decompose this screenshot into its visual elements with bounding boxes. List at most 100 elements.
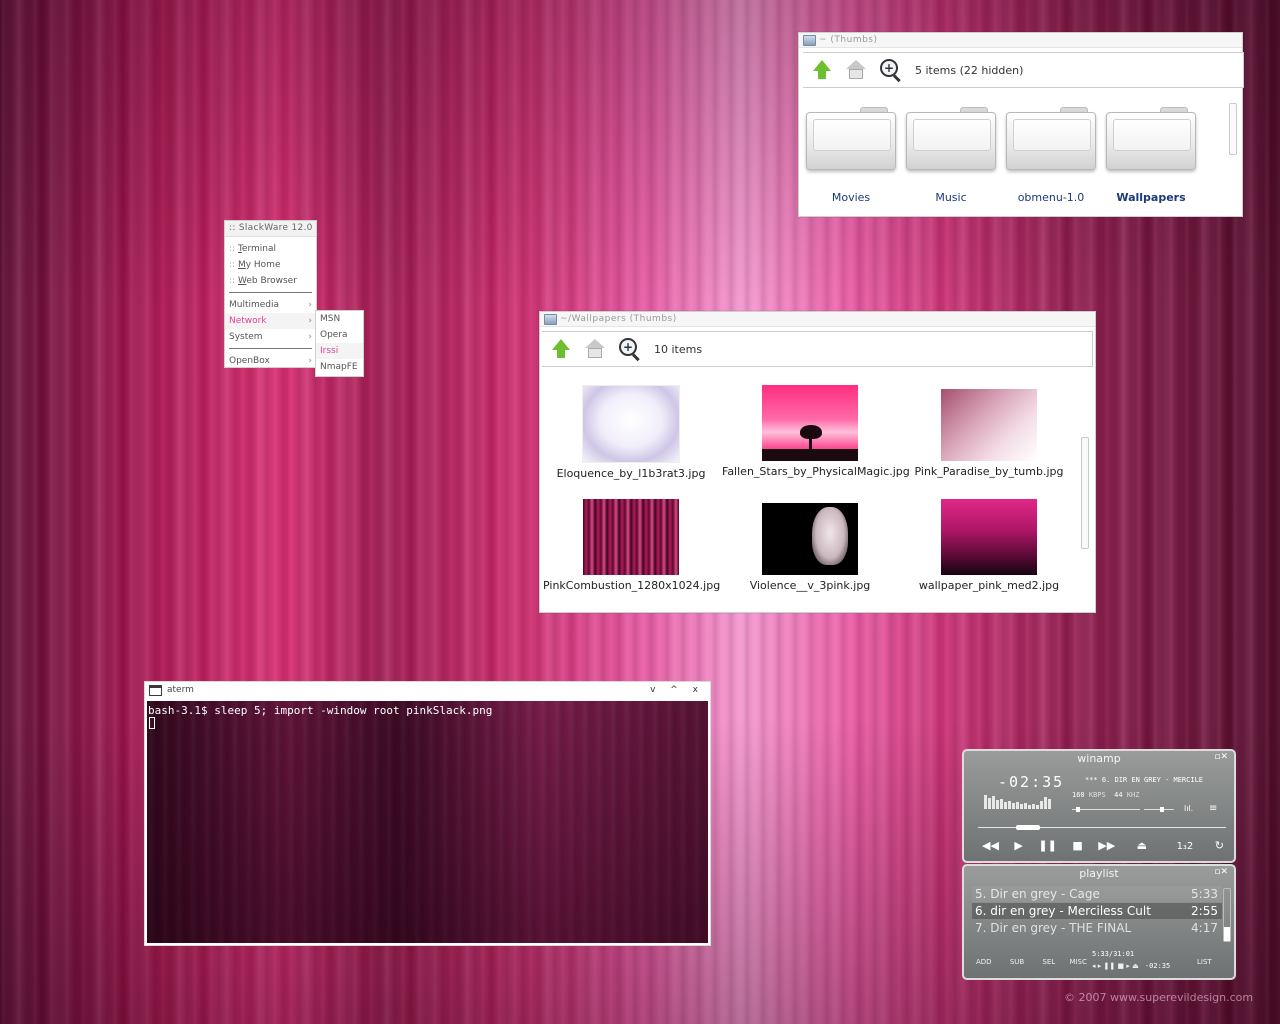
wallpapers-window-titlebar[interactable]: ~/Wallpapers (Thumbs) <box>540 312 1095 327</box>
home-file-manager-window: ~ (Thumbs) 5 items (22 hidden) Movies Mu… <box>798 32 1244 217</box>
wallpapers-scrollbar[interactable] <box>1081 437 1089 549</box>
menu-item-web-browser[interactable]: :: Web Browser <box>225 273 316 289</box>
mini-pause-icon[interactable]: ❚❚ <box>1104 962 1116 970</box>
menu-item-multimedia[interactable]: Multimedia › <box>225 297 316 313</box>
menu-item-terminal[interactable]: :: Terminal <box>225 241 316 257</box>
chevron-right-icon: › <box>308 316 312 326</box>
mini-next-icon[interactable]: ▸ <box>1126 962 1130 970</box>
folder-label: Wallpapers <box>1116 191 1186 204</box>
file-item[interactable]: Fallen_Stars_by_PhysicalMagic.jpg <box>722 385 910 478</box>
file-name: Eloquence_by_l1b3rat3.jpg <box>556 467 706 480</box>
winamp-window-controls[interactable]: ▫✕ <box>1214 752 1228 762</box>
misc-button[interactable]: MISC <box>1069 958 1086 966</box>
terminal-cursor <box>149 717 155 729</box>
file-name: wallpaper_pink_med2.jpg <box>918 579 1060 592</box>
eject-icon[interactable]: ⏏ <box>1137 839 1147 852</box>
menu-item-system[interactable]: System › <box>225 329 316 345</box>
transport-controls: ◀◀ ▶ ❚❚ ■ ▶▶ ⏏ 1₃2 ↻ <box>982 839 1224 852</box>
balance-knob[interactable] <box>1160 807 1164 812</box>
aterm-window: aterm v ^ x bash-3.1$ sleep 5; import -w… <box>144 681 711 946</box>
menu-item-my-home[interactable]: :: My Home <box>225 257 316 273</box>
previous-icon[interactable]: ◀◀ <box>982 839 999 852</box>
aterm-title: aterm <box>167 685 194 695</box>
home-scrollbar[interactable] <box>1229 103 1237 155</box>
chevron-right-icon: › <box>308 332 312 342</box>
shuffle-button[interactable]: 1₃2 <box>1177 841 1194 852</box>
volume-slider[interactable] <box>1072 807 1140 812</box>
terminal-command-line: bash-3.1$ sleep 5; import -window root p… <box>148 704 493 717</box>
pause-icon[interactable]: ❚❚ <box>1038 839 1056 852</box>
next-icon[interactable]: ▶▶ <box>1098 839 1115 852</box>
track-duration: 5:33 <box>1191 887 1218 901</box>
sub-button[interactable]: SUB <box>1010 958 1024 966</box>
home-toolbar: 5 items (22 hidden) <box>803 52 1244 88</box>
window-controls[interactable]: v ^ x <box>650 682 704 698</box>
playlist-buttons: ADD SUB SEL MISC <box>976 958 1087 966</box>
file-item[interactable]: Eloquence_by_l1b3rat3.jpg <box>543 385 719 480</box>
folder-item[interactable]: obmenu-1.0 <box>1004 107 1098 204</box>
network-submenu: MSN Opera Irssi NmapFE <box>315 310 364 377</box>
repeat-icon[interactable]: ↻ <box>1215 839 1224 852</box>
playlist-row[interactable]: 5. Dir en grey - Cage 5:33 <box>972 886 1222 902</box>
folder-label: Movies <box>831 191 871 204</box>
folder-item[interactable]: Wallpapers <box>1104 107 1198 204</box>
terminal-screen[interactable]: bash-3.1$ sleep 5; import -window root p… <box>147 701 708 943</box>
home-window-titlebar[interactable]: ~ (Thumbs) <box>799 33 1242 48</box>
folder-item[interactable]: Music <box>904 107 998 204</box>
mini-eject-icon[interactable]: ⏏ <box>1132 962 1139 970</box>
submenu-item-opera[interactable]: Opera <box>316 327 363 343</box>
playlist-title[interactable]: playlist <box>964 866 1234 882</box>
file-item[interactable]: Violence__v_3pink.jpg <box>722 503 898 592</box>
playlist-window-controls[interactable]: ▫✕ <box>1214 867 1228 877</box>
stop-icon[interactable]: ■ <box>1072 839 1082 852</box>
track-title: 7. Dir en grey - THE FINAL <box>975 921 1132 935</box>
file-name: Pink_Paradise_by_tumb.jpg <box>914 465 1064 478</box>
file-item[interactable]: wallpaper_pink_med2.jpg <box>901 499 1077 592</box>
mini-play-icon[interactable]: ▸ <box>1098 962 1102 970</box>
up-arrow-icon[interactable] <box>548 336 574 362</box>
aterm-titlebar[interactable]: aterm v ^ x <box>145 682 710 698</box>
file-item[interactable]: PinkCombustion_1280x1024.jpg <box>543 499 721 592</box>
winamp-time-display[interactable]: -02:35 <box>998 773 1064 791</box>
winamp-track-marquee: *** 6. DIR EN GREY - MERCILE <box>1085 776 1204 784</box>
volume-knob[interactable] <box>1076 807 1080 812</box>
up-arrow-icon[interactable] <box>809 57 835 83</box>
folder-icon <box>1106 107 1196 170</box>
folder-label: obmenu-1.0 <box>1017 191 1085 204</box>
playlist-row[interactable]: 7. Dir en grey - THE FINAL 4:17 <box>972 920 1222 936</box>
folder-label: Music <box>935 191 967 204</box>
sel-button[interactable]: SEL <box>1042 958 1055 966</box>
file-item[interactable]: Pink_Paradise_by_tumb.jpg <box>901 389 1077 478</box>
equalizer-toggle-icon[interactable]: lıl. <box>1184 804 1193 813</box>
home-icon[interactable] <box>843 57 869 83</box>
list-button[interactable]: LIST <box>1197 958 1212 966</box>
openbox-root-menu: :: SlackWare 12.0 :: Terminal :: My Home… <box>224 220 317 368</box>
thumbnail-pink-paradise <box>941 389 1037 461</box>
add-button[interactable]: ADD <box>976 958 992 966</box>
play-icon[interactable]: ▶ <box>1014 839 1022 852</box>
folder-item[interactable]: Movies <box>804 107 898 204</box>
home-icon[interactable] <box>582 336 608 362</box>
home-folder-view: Movies Music obmenu-1.0 Wallpapers <box>799 89 1242 215</box>
menu-separator <box>229 292 312 293</box>
winamp-title[interactable]: winamp <box>964 751 1234 767</box>
submenu-item-nmapfe[interactable]: NmapFE <box>316 359 363 375</box>
playlist-row-current[interactable]: 6. dir en grey - Merciless Cult 2:55 <box>972 903 1222 919</box>
playlist-scrollbar[interactable] <box>1223 888 1231 942</box>
submenu-item-irssi[interactable]: Irssi <box>316 343 363 359</box>
playlist-toggle-icon[interactable]: ≡ <box>1209 803 1217 814</box>
seek-bar[interactable] <box>978 825 1226 830</box>
balance-slider[interactable] <box>1144 807 1174 812</box>
submenu-item-msn[interactable]: MSN <box>316 311 363 327</box>
seek-knob[interactable] <box>1016 825 1040 830</box>
track-title: 5. Dir en grey - Cage <box>975 887 1100 901</box>
zoom-in-icon[interactable] <box>616 336 642 362</box>
file-name: PinkCombustion_1280x1024.jpg <box>543 579 721 592</box>
wallpapers-window-title: ~/Wallpapers (Thumbs) <box>560 314 677 324</box>
menu-item-openbox[interactable]: OpenBox › <box>225 353 316 369</box>
zoom-in-icon[interactable] <box>877 57 903 83</box>
mini-previous-icon[interactable]: ◂ <box>1092 962 1096 970</box>
menu-item-network[interactable]: Network › <box>225 313 316 329</box>
chevron-right-icon: › <box>308 356 312 366</box>
mini-stop-icon[interactable]: ■ <box>1117 962 1124 970</box>
